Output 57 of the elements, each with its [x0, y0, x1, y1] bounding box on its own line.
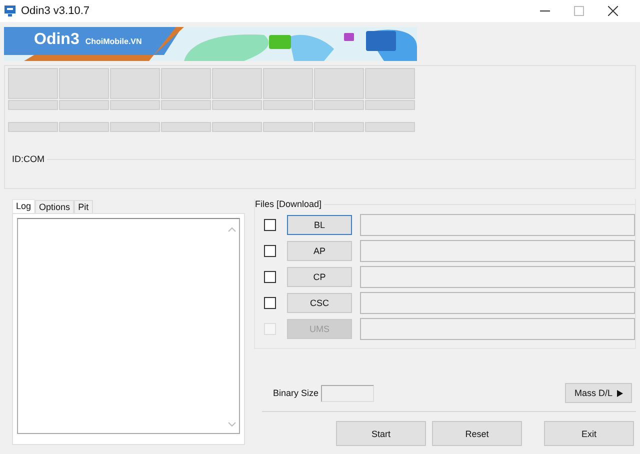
port-status-box	[161, 68, 211, 99]
port-info-box	[263, 100, 313, 110]
action-button[interactable]: Exit	[544, 421, 634, 446]
port-info-box	[365, 100, 415, 110]
mass-dl-button[interactable]: Mass D/L	[565, 383, 632, 403]
port-info-box	[314, 100, 364, 110]
port-info-box	[59, 122, 109, 132]
port-info-box	[161, 122, 211, 132]
port-info-box	[110, 122, 160, 132]
port-status-box	[263, 68, 313, 99]
banner-title: Odin3	[34, 31, 80, 49]
port-info-box	[365, 122, 415, 132]
port-info-box	[314, 122, 364, 132]
file-button[interactable]: AP	[286, 241, 352, 261]
port-status-box	[59, 68, 109, 99]
action-button[interactable]: Start	[336, 421, 426, 446]
banner-subtitle: ChoiMobile.VN	[85, 37, 142, 46]
port-status-box	[212, 68, 262, 99]
play-icon	[616, 390, 622, 396]
port-info-box	[8, 122, 58, 132]
file-path-field[interactable]	[360, 292, 635, 314]
maximize-icon[interactable]	[574, 6, 584, 16]
close-icon[interactable]	[608, 6, 618, 16]
port-status-box	[8, 68, 58, 99]
port-info-box	[161, 100, 211, 110]
scroll-down-icon[interactable]	[228, 422, 236, 427]
checkbox[interactable]	[264, 219, 276, 231]
files-title: Files [Download]	[255, 199, 322, 209]
window-title: Odin3 v3.10.7	[21, 5, 90, 17]
action-button[interactable]: Reset	[432, 421, 522, 446]
file-path-field[interactable]	[360, 240, 635, 262]
file-button[interactable]: CSC	[286, 293, 352, 313]
binary-size-label: Binary Size	[273, 388, 319, 398]
monitor-icon	[4, 5, 16, 17]
port-status-box	[110, 68, 160, 99]
binary-size-field	[320, 384, 374, 402]
checkbox[interactable]	[264, 245, 276, 257]
tab[interactable]: Pit	[74, 200, 93, 213]
checkbox[interactable]	[264, 271, 276, 283]
scroll-up-icon[interactable]	[228, 227, 236, 232]
tab[interactable]: Log	[12, 199, 36, 213]
file-path-field[interactable]	[360, 266, 635, 288]
checkbox[interactable]	[264, 297, 276, 309]
port-info-box	[212, 100, 262, 110]
port-info-box	[110, 100, 160, 110]
port-info-box	[212, 122, 262, 132]
id-com-label: ID:COM	[12, 154, 44, 164]
file-path-field[interactable]	[360, 318, 635, 340]
port-info-box	[59, 100, 109, 110]
tab[interactable]: Options	[35, 200, 74, 213]
file-path-field[interactable]	[360, 214, 635, 236]
port-status-box	[365, 68, 415, 99]
file-button[interactable]: BL	[286, 215, 352, 235]
port-status-box	[314, 68, 364, 99]
port-info-box	[263, 122, 313, 132]
port-info-box	[8, 100, 58, 110]
file-button[interactable]: CP	[286, 267, 352, 287]
